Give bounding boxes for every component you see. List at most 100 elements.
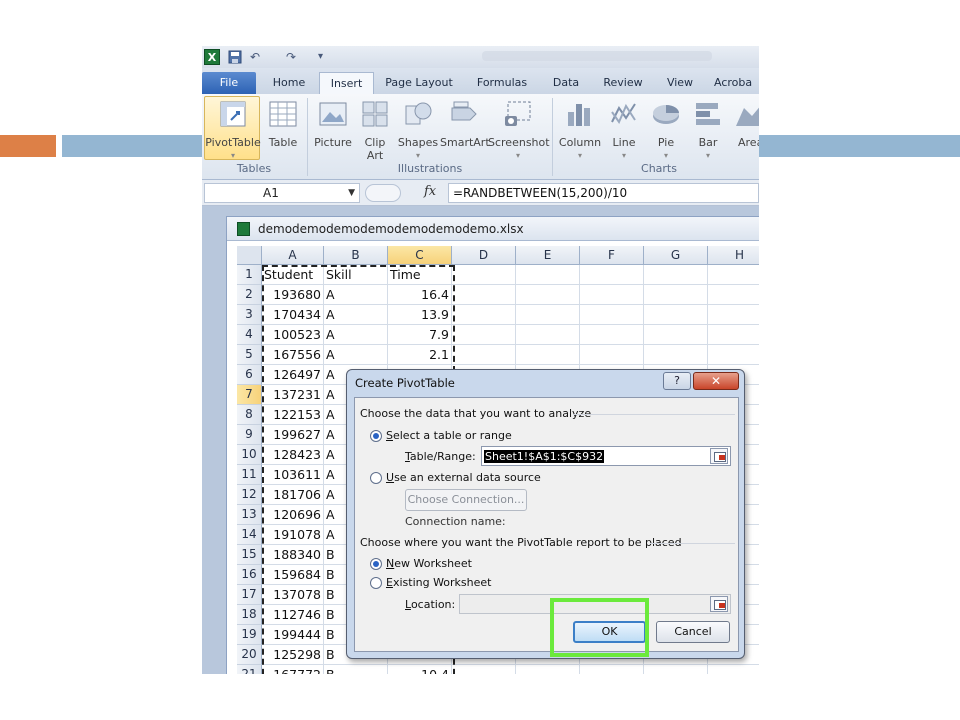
radio-existing-worksheet[interactable] (370, 577, 382, 589)
location-input[interactable] (459, 594, 731, 614)
table-cell[interactable] (516, 665, 580, 674)
row-header[interactable]: 12 (237, 485, 262, 505)
ok-button[interactable]: OK (573, 621, 646, 643)
table-cell[interactable] (452, 305, 516, 325)
table-cell[interactable]: Skill (324, 265, 388, 285)
table-cell[interactable] (516, 265, 580, 285)
row-header[interactable]: 21 (237, 665, 262, 674)
row-header[interactable]: 3 (237, 305, 262, 325)
row-header[interactable]: 14 (237, 525, 262, 545)
collapse-dialog-icon[interactable] (710, 448, 728, 464)
close-icon[interactable]: ✕ (693, 372, 739, 390)
table-cell[interactable]: B (324, 665, 388, 674)
table-cell[interactable]: 170434 (262, 305, 324, 325)
table-cell[interactable]: 167772 (262, 665, 324, 674)
table-range-input[interactable]: Sheet1!$A$1:$C$932 (481, 446, 731, 466)
table-cell[interactable] (580, 665, 644, 674)
column-header-c[interactable]: C (388, 246, 452, 265)
row-header[interactable]: 18 (237, 605, 262, 625)
table-cell[interactable] (452, 285, 516, 305)
table-cell[interactable] (516, 345, 580, 365)
table-cell[interactable] (516, 325, 580, 345)
table-cell[interactable] (516, 285, 580, 305)
table-cell[interactable]: 13.9 (388, 305, 452, 325)
table-cell[interactable]: 103611 (262, 465, 324, 485)
row-header[interactable]: 2 (237, 285, 262, 305)
table-cell[interactable] (580, 305, 644, 325)
table-cell[interactable]: 125298 (262, 645, 324, 665)
table-cell[interactable]: 10.4 (388, 665, 452, 674)
row-header[interactable]: 1 (237, 265, 262, 285)
table-cell[interactable]: 181706 (262, 485, 324, 505)
row-header[interactable]: 17 (237, 585, 262, 605)
row-header[interactable]: 11 (237, 465, 262, 485)
table-cell[interactable] (708, 665, 759, 674)
table-cell[interactable]: 100523 (262, 325, 324, 345)
table-cell[interactable] (580, 265, 644, 285)
radio-new-worksheet[interactable] (370, 558, 382, 570)
column-header-g[interactable]: G (644, 246, 708, 265)
table-cell[interactable] (644, 285, 708, 305)
table-cell[interactable]: 137078 (262, 585, 324, 605)
table-cell[interactable]: 167556 (262, 345, 324, 365)
radio-existing-worksheet-label[interactable]: Existing Worksheet (386, 576, 491, 589)
table-cell[interactable]: A (324, 305, 388, 325)
table-cell[interactable] (452, 265, 516, 285)
table-cell[interactable]: Student (262, 265, 324, 285)
table-cell[interactable] (580, 285, 644, 305)
table-cell[interactable] (644, 665, 708, 674)
row-header[interactable]: 13 (237, 505, 262, 525)
table-cell[interactable]: 159684 (262, 565, 324, 585)
column-header-a[interactable]: A (262, 246, 324, 265)
radio-select-table-label[interactable]: Select a table or range (386, 429, 512, 442)
row-header[interactable]: 9 (237, 425, 262, 445)
radio-external-source[interactable] (370, 472, 382, 484)
table-cell[interactable] (452, 665, 516, 674)
table-cell[interactable] (516, 305, 580, 325)
radio-select-table[interactable] (370, 430, 382, 442)
table-cell[interactable]: 137231 (262, 385, 324, 405)
table-cell[interactable] (644, 265, 708, 285)
table-cell[interactable]: Time (388, 265, 452, 285)
table-cell[interactable] (708, 285, 759, 305)
table-cell[interactable] (452, 325, 516, 345)
table-cell[interactable]: 128423 (262, 445, 324, 465)
table-cell[interactable]: 199444 (262, 625, 324, 645)
radio-external-source-label[interactable]: Use an external data source (386, 471, 541, 484)
column-header-e[interactable]: E (516, 246, 580, 265)
table-cell[interactable]: 120696 (262, 505, 324, 525)
row-header[interactable]: 10 (237, 445, 262, 465)
row-header[interactable]: 19 (237, 625, 262, 645)
table-cell[interactable]: 2.1 (388, 345, 452, 365)
choose-connection-button[interactable]: Choose Connection... (405, 489, 527, 511)
row-header[interactable]: 6 (237, 365, 262, 385)
table-cell[interactable] (580, 325, 644, 345)
column-header-d[interactable]: D (452, 246, 516, 265)
table-cell[interactable]: 191078 (262, 525, 324, 545)
row-header[interactable]: 15 (237, 545, 262, 565)
table-cell[interactable]: 193680 (262, 285, 324, 305)
select-all-corner[interactable] (237, 246, 262, 265)
column-header-f[interactable]: F (580, 246, 644, 265)
radio-new-worksheet-label[interactable]: New Worksheet (386, 557, 472, 570)
table-cell[interactable]: A (324, 325, 388, 345)
row-header[interactable]: 7 (237, 385, 262, 405)
table-cell[interactable]: A (324, 285, 388, 305)
table-cell[interactable] (708, 325, 759, 345)
table-cell[interactable]: 126497 (262, 365, 324, 385)
table-cell[interactable] (644, 345, 708, 365)
help-icon[interactable]: ? (663, 372, 691, 390)
table-cell[interactable]: 188340 (262, 545, 324, 565)
table-cell[interactable]: 199627 (262, 425, 324, 445)
table-cell[interactable]: A (324, 345, 388, 365)
table-cell[interactable]: 112746 (262, 605, 324, 625)
row-header[interactable]: 20 (237, 645, 262, 665)
table-cell[interactable] (708, 345, 759, 365)
table-cell[interactable] (644, 305, 708, 325)
table-cell[interactable] (580, 345, 644, 365)
table-cell[interactable] (452, 345, 516, 365)
column-header-b[interactable]: B (324, 246, 388, 265)
table-cell[interactable] (708, 305, 759, 325)
table-cell[interactable]: 16.4 (388, 285, 452, 305)
row-header[interactable]: 8 (237, 405, 262, 425)
